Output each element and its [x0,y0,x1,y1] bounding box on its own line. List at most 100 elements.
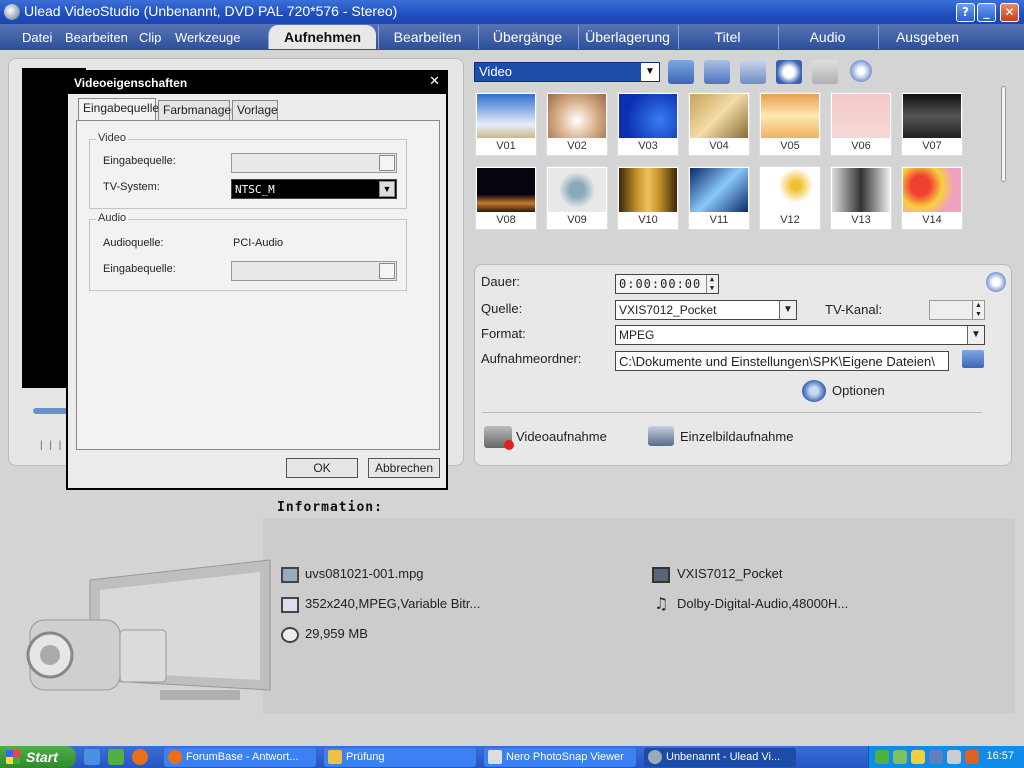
tab-audio[interactable]: Audio [778,25,876,49]
taskbar-button-ulead[interactable]: Unbenannt - Ulead Vi... [644,748,796,767]
tray-icon[interactable] [911,750,925,764]
taskbar-button-pruefung[interactable]: Prüfung [324,748,476,767]
options-button[interactable]: Optionen [832,383,885,398]
film-icon [281,567,299,583]
library-manager-icon[interactable] [812,60,838,84]
dropdown-arrow-icon[interactable]: ▼ [379,181,395,197]
browse-folder-icon[interactable] [962,350,984,368]
snapshot-button[interactable]: Einzelbildaufnahme [680,429,793,444]
video-input-select[interactable] [231,153,397,173]
ok-button[interactable]: OK [286,458,358,478]
cancel-button[interactable]: Abbrechen [368,458,440,478]
refresh-icon[interactable] [776,60,802,84]
video-info-icon [281,597,299,613]
tray-icon[interactable] [875,750,889,764]
info-size: 29,959 MB [305,626,368,641]
start-button[interactable]: Start [0,746,76,768]
dropdown-arrow-icon[interactable]: ▼ [967,326,984,344]
source-select[interactable]: VXIS7012_Pocket ▼ [615,300,797,320]
tab-vorlage[interactable]: Vorlage [232,100,278,120]
thumbnail-v09[interactable]: V09 [546,166,608,230]
thumbnail-v14[interactable]: V14 [901,166,963,230]
window-title: Ulead VideoStudio (Unbenannt, DVD PAL 72… [24,3,398,19]
help-button[interactable]: ? [956,3,975,22]
source-label: Quelle: [481,301,523,316]
source-value: VXIS7012_Pocket [619,303,717,317]
capture-folder-label: Aufnahmeordner: [481,351,582,366]
tab-bearbeiten[interactable]: Bearbeiten [378,25,476,49]
thumbnail-v02[interactable]: V02 [546,92,608,156]
gear-icon[interactable] [802,380,826,402]
tv-channel-label: TV-Kanal: [825,302,883,317]
tab-aufnehmen[interactable]: Aufnehmen [268,25,376,49]
folder-open-icon[interactable] [668,60,694,84]
tray-icon[interactable] [947,750,961,764]
thumbnail-v12[interactable]: V12 [759,166,821,230]
tab-titel[interactable]: Titel [678,25,776,49]
thumbnail-v08[interactable]: V08 [475,166,537,230]
video-group-label: Video [96,132,128,144]
tab-ausgeben[interactable]: Ausgeben [878,25,976,49]
tv-system-select[interactable]: NTSC_M ▼ [231,179,397,199]
video-capture-button[interactable]: Videoaufnahme [516,429,607,444]
thumbnail-v01[interactable]: V01 [475,92,537,156]
tab-ueberlagerung[interactable]: Überlagerung [578,25,676,49]
capture-folder-value: C:\Dokumente und Einstellungen\SPK\Eigen… [619,354,935,369]
menu-bearbeiten[interactable]: Bearbeiten [65,30,128,45]
tab-farbmanager[interactable]: Farbmanager [158,100,235,120]
duration-label: Dauer: [481,274,521,289]
dropdown-arrow-icon[interactable]: ▼ [641,63,659,81]
title-bar: Ulead VideoStudio (Unbenannt, DVD PAL 72… [0,0,1024,24]
taskbar-button-nero[interactable]: Nero PhotoSnap Viewer [484,748,636,767]
thumbnail-v11[interactable]: V11 [688,166,750,230]
close-icon[interactable]: ✕ [429,74,440,89]
dropdown-arrow-icon[interactable]: ▼ [779,301,796,319]
library-category-value: Video [479,64,513,79]
volume-icon[interactable] [965,750,979,764]
menu-werkzeuge[interactable]: Werkzeuge [175,30,241,45]
video-camera-icon[interactable] [484,426,514,450]
firefox-icon[interactable] [132,749,148,765]
audio-group-label: Audio [96,212,129,224]
menu-datei[interactable]: Datei [22,30,52,45]
ie-icon[interactable] [84,749,100,765]
duration-field[interactable]: 0:00:00:00 ▲ ▼ [615,274,719,294]
thumbnail-v10[interactable]: V10 [617,166,679,230]
thumbnail-v04[interactable]: V04 [688,92,750,156]
thumbnail-v07[interactable]: V07 [901,92,963,156]
music-note-icon: ♫ [654,594,669,613]
audio-input-select[interactable] [231,261,397,281]
duration-spinner[interactable]: ▲ ▼ [706,275,718,293]
thumbnail-v06[interactable]: V06 [830,92,892,156]
capture-folder-field[interactable]: C:\Dokumente und Einstellungen\SPK\Eigen… [615,351,949,371]
format-value: MPEG [619,328,655,342]
info-panel [263,518,1015,714]
menu-bar: Datei Bearbeiten Clip Werkzeuge Aufnehme… [0,24,1024,50]
network-icon[interactable] [929,750,943,764]
taskbar: Start ForumBase - Antwort... Prüfung Ner… [0,746,1024,768]
library-category-select[interactable]: Video ▼ [474,62,660,82]
quicklaunch-icon[interactable] [108,749,124,765]
thumbnail-v03[interactable]: V03 [617,92,679,156]
sort-icon[interactable] [704,60,730,84]
tv-channel-spinner[interactable]: ▲ ▼ [972,301,984,319]
collapse-icon[interactable] [986,272,1006,292]
menu-clip[interactable]: Clip [139,30,161,45]
close-window-button[interactable]: ✕ [1000,3,1019,22]
tab-eingabequelle[interactable]: Eingabequelle [78,98,159,121]
tv-channel-field[interactable]: ▲ ▼ [929,300,985,320]
expand-icon[interactable] [850,60,872,82]
taskbar-button-forumbase[interactable]: ForumBase - Antwort... [164,748,316,767]
library-scrollbar[interactable] [998,86,1010,236]
thumbnail-v05[interactable]: V05 [759,92,821,156]
camera-icon[interactable] [648,426,674,446]
thumbnail-view-icon[interactable] [740,60,766,84]
thumbnail-v13[interactable]: V13 [830,166,892,230]
format-select[interactable]: MPEG ▼ [615,325,985,345]
tab-uebergaenge[interactable]: Übergänge [478,25,576,49]
tray-icon[interactable] [893,750,907,764]
format-label: Format: [481,326,526,341]
minimize-button[interactable]: _ [977,3,996,22]
dialog-title-text: Videoeigenschaften [74,76,188,90]
clock-icon [281,627,299,643]
